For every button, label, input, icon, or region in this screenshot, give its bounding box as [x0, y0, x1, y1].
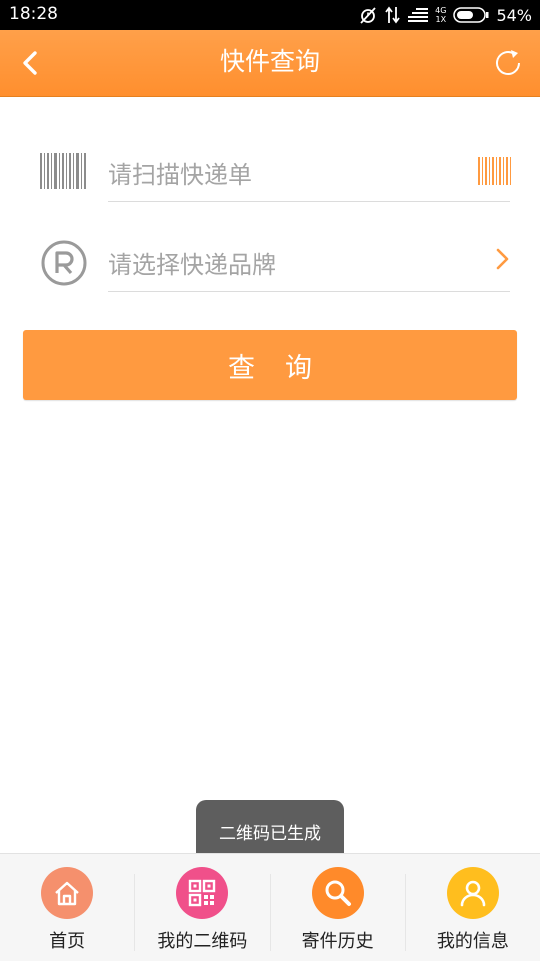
- home-icon: [41, 867, 94, 919]
- bottom-nav: 首页 我的二维码 寄件历史 我的信息: [0, 853, 540, 961]
- refresh-icon: [496, 50, 520, 75]
- chevron-right-icon: [494, 247, 510, 275]
- status-time: 18:28: [9, 4, 58, 24]
- scan-input[interactable]: 请扫描快递单: [108, 155, 252, 190]
- data-transfer-icon: [385, 5, 401, 25]
- page-title: 快件查询: [219, 47, 320, 76]
- qrcode-icon: [176, 867, 229, 919]
- brand-select[interactable]: 请选择快递品牌: [108, 245, 276, 280]
- status-bar: 18:28 4G 1X 54%: [0, 0, 540, 30]
- scan-barcode-button[interactable]: [478, 157, 512, 189]
- query-button[interactable]: 查询: [23, 330, 517, 400]
- search-icon: [311, 867, 364, 919]
- nav-home[interactable]: 首页: [0, 854, 134, 961]
- refresh-button[interactable]: [492, 47, 524, 79]
- alarm-off-icon: [358, 5, 378, 25]
- battery-percent: 54%: [496, 5, 532, 25]
- network-type-badge: 4G 1X: [435, 6, 447, 24]
- nav-label-my-info: 我的信息: [436, 931, 509, 952]
- battery-icon: [453, 6, 489, 24]
- nav-label-home: 首页: [49, 931, 86, 952]
- scan-underline: [108, 201, 510, 202]
- nav-send-history[interactable]: 寄件历史: [271, 854, 405, 961]
- brand-row[interactable]: 请选择快递品牌: [0, 215, 540, 305]
- signal-icon: [408, 6, 429, 24]
- title-bar: 快件查询: [0, 30, 540, 97]
- barcode-scan-icon: [478, 157, 511, 185]
- scan-row[interactable]: 请扫描快递单: [0, 125, 540, 215]
- status-icons: 4G 1X 54%: [358, 0, 532, 30]
- user-icon: [446, 867, 499, 919]
- registered-icon: [40, 239, 88, 291]
- nav-label-send-history: 寄件历史: [301, 931, 374, 952]
- barcode-icon: [40, 153, 88, 193]
- nav-my-qrcode[interactable]: 我的二维码: [135, 854, 269, 961]
- brand-underline: [108, 291, 510, 292]
- nav-label-my-qrcode: 我的二维码: [157, 931, 248, 952]
- nav-my-info[interactable]: 我的信息: [406, 854, 540, 961]
